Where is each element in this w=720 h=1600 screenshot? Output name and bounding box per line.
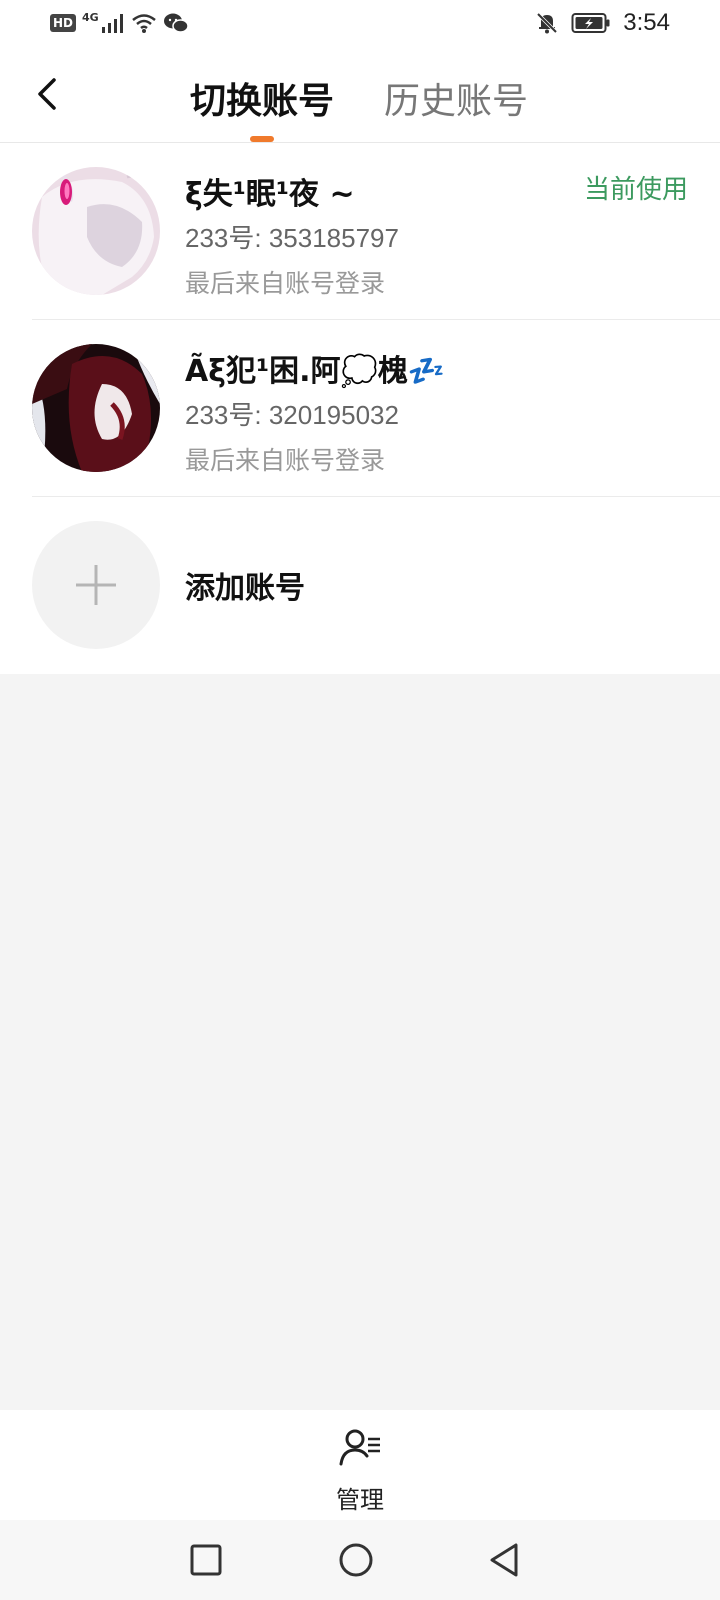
add-account-circle	[32, 521, 160, 649]
account-name: Ãξ犯¹困.阿💭槐💤	[185, 354, 446, 389]
add-account-label: 添加账号	[185, 571, 305, 606]
header: 切换账号 历史账号	[0, 48, 720, 143]
account-login-note: 最后来自账号登录	[185, 269, 386, 298]
bottom-bar: 管理	[0, 1410, 720, 1520]
wifi-icon	[131, 14, 156, 33]
active-tab-indicator	[250, 136, 274, 142]
back-button[interactable]	[30, 74, 66, 114]
battery-charging-icon	[571, 13, 610, 33]
triangle-back-icon	[490, 1543, 518, 1577]
manage-button[interactable]: 管理	[320, 1420, 400, 1514]
avatar	[32, 344, 160, 472]
status-bar: HD 4G 3:54	[0, 0, 720, 48]
tab-history-account[interactable]: 历史账号	[384, 72, 528, 124]
system-nav-bar	[0, 1520, 720, 1600]
avatar	[32, 167, 160, 295]
back-arrow-icon	[38, 78, 56, 110]
square-icon	[190, 1544, 222, 1576]
account-row[interactable]: Ãξ犯¹困.阿💭槐💤 233号: 320195032 最后来自账号登录	[0, 320, 720, 497]
status-left: HD 4G	[50, 10, 189, 34]
circle-icon	[339, 1543, 373, 1577]
status-time: 3:54	[623, 9, 670, 36]
add-account-button[interactable]: 添加账号	[0, 497, 720, 674]
manage-label: 管理	[336, 1486, 384, 1514]
network-label: 4G	[82, 10, 99, 24]
system-back-button[interactable]	[484, 1538, 528, 1582]
recents-button[interactable]	[184, 1538, 228, 1582]
account-row-current[interactable]: ξ失¹眠¹夜 ~ 233号: 353185797 最后来自账号登录 当前使用	[0, 143, 720, 320]
account-id: 233号: 320195032	[185, 400, 399, 430]
account-name: ξ失¹眠¹夜 ~	[185, 177, 355, 212]
account-login-note: 最后来自账号登录	[185, 446, 386, 475]
current-in-use-badge: 当前使用	[583, 175, 688, 205]
account-list: ξ失¹眠¹夜 ~ 233号: 353185797 最后来自账号登录 当前使用 Ã…	[0, 143, 720, 674]
signal-icon	[101, 14, 123, 33]
hd-badge: HD	[50, 14, 77, 32]
user-manage-icon	[339, 1429, 380, 1466]
account-id: 233号: 353185797	[185, 223, 399, 253]
home-button[interactable]	[334, 1538, 378, 1582]
plus-icon	[76, 565, 116, 605]
tab-switch-account[interactable]: 切换账号	[190, 72, 334, 124]
wechat-icon	[163, 13, 189, 33]
status-right: 3:54	[535, 9, 670, 37]
notifications-off-icon	[537, 12, 558, 34]
